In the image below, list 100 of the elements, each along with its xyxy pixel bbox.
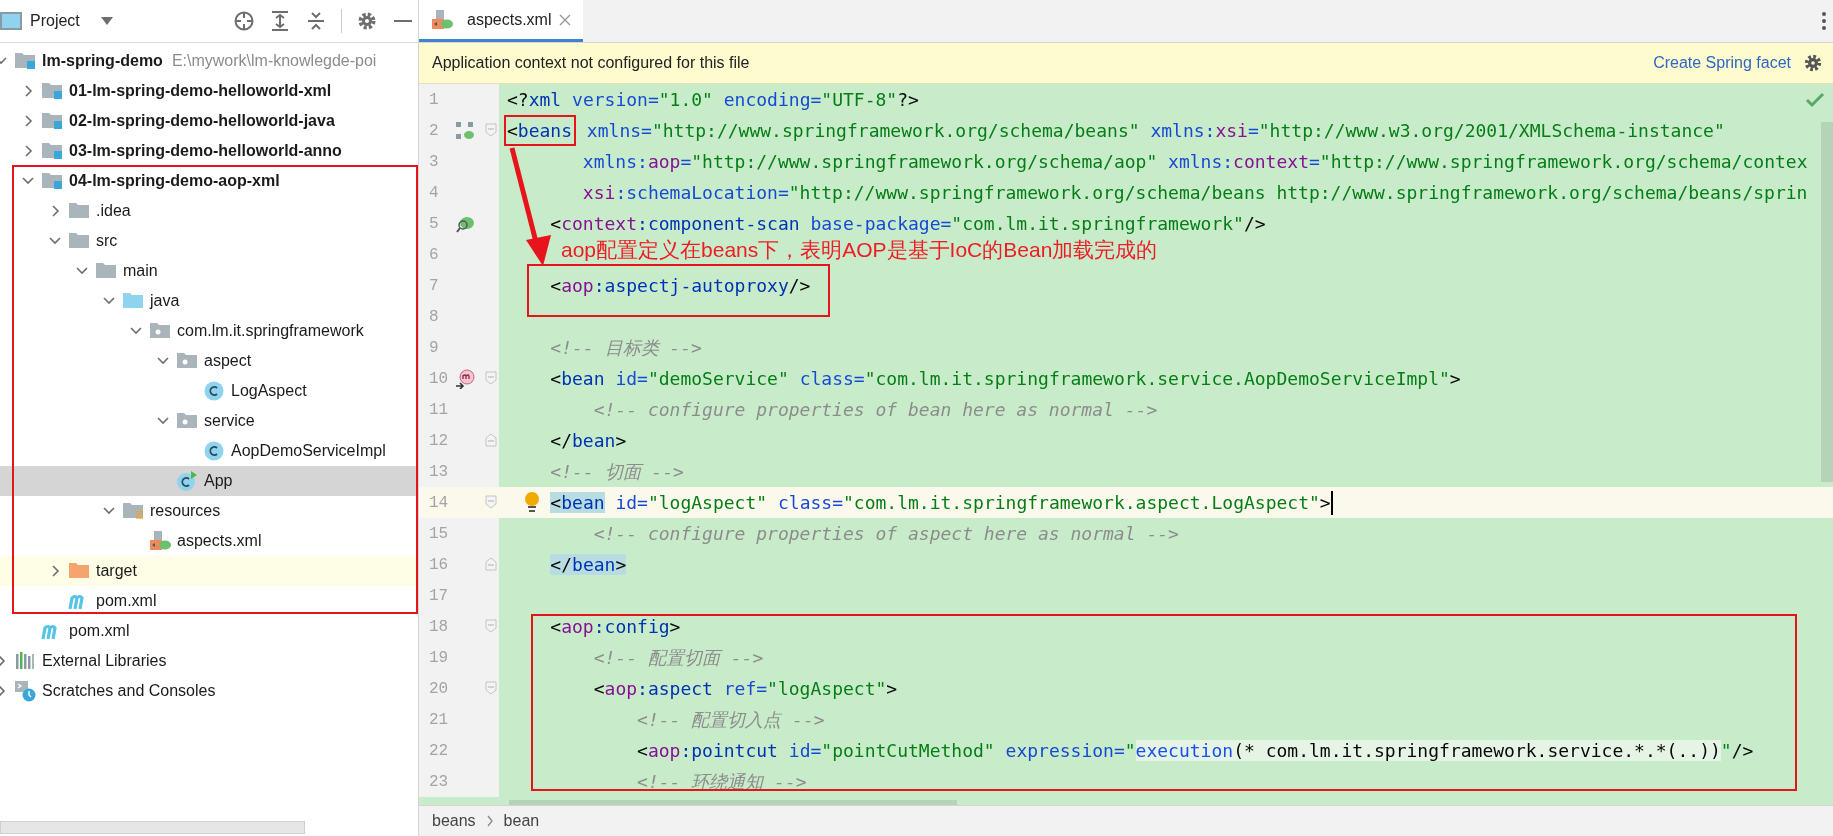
- dropdown-caret-icon[interactable]: [99, 16, 114, 26]
- code-line: </bean>: [549, 554, 627, 575]
- code-line: <aop:aspect ref="logAspect">: [592, 678, 898, 699]
- code-line: </bean>: [549, 430, 627, 451]
- springxml-icon: [149, 530, 171, 552]
- code-line: <!-- 环绕通知 -->: [636, 769, 807, 794]
- line-number: 1: [428, 90, 440, 109]
- code-line: <?xml version="1.0" encoding="UTF-8"?>: [507, 89, 919, 110]
- line-number: 18: [428, 617, 450, 636]
- springxml-icon: [431, 8, 453, 31]
- line-number: 14: [428, 493, 450, 512]
- code-line: <bean id="logAspect" class="com.lm.it.springframework.aspect.LogAspect">: [549, 492, 1331, 513]
- tree-item[interactable]: aspects.xml: [0, 526, 418, 556]
- tree-item[interactable]: LogAspect: [0, 376, 418, 406]
- tree-item[interactable]: 01-lm-spring-demo-helloworld-xml: [0, 76, 418, 106]
- tree-item[interactable]: resources: [0, 496, 418, 526]
- code-line: <aop:pointcut id="pointCutMethod" expression="execution(* com.lm.it.springframework.service.*.*(..))"/>: [636, 740, 1754, 761]
- line-number: 12: [428, 431, 450, 450]
- tree-item[interactable]: .idea: [0, 196, 418, 226]
- check-icon: [1805, 92, 1825, 108]
- more-icon[interactable]: [1821, 11, 1827, 31]
- banner-message: Application context not configured for this file: [432, 54, 750, 72]
- line-number: 3: [428, 152, 440, 171]
- tree-item[interactable]: 04-lm-spring-demo-aop-xml: [0, 166, 418, 196]
- line-number: 17: [428, 586, 450, 605]
- code-line: <!-- 配置切面 -->: [592, 645, 764, 670]
- code-line: <aop:aspectj-autoproxy/>: [549, 275, 811, 296]
- create-facet-link[interactable]: Create Spring facet: [1653, 54, 1791, 72]
- tree-item[interactable]: lm-spring-demo E:\mywork\lm-knowlegde-poi: [0, 46, 418, 76]
- code-line: xmlns:aop="http://www.springframework.org/schema/aop" xmlns:context="http://www.springframework.org/schema/contex: [581, 151, 1808, 172]
- line-number: 15: [428, 524, 450, 543]
- code-line: <aop:config>: [549, 616, 681, 637]
- code-line: <beans xmlns="http://www.springframework.org/schema/beans" xmlns:xsi="http://www.w3.org/2001/XMLSchema-instance": [504, 114, 1725, 147]
- project-path: E:\mywork\lm-knowlegde-poi: [171, 52, 377, 70]
- settings-icon[interactable]: [1803, 53, 1823, 73]
- resources-icon: [122, 500, 144, 522]
- code-line: <!-- 切面 -->: [549, 459, 684, 484]
- method-marker-icon[interactable]: [455, 368, 475, 389]
- code-line: <!-- configure properties of bean here as normal -->: [592, 399, 1158, 420]
- tree-item[interactable]: pom.xml: [0, 586, 418, 616]
- crosshair-icon[interactable]: [233, 10, 255, 32]
- line-number: 7: [428, 276, 440, 295]
- module-icon: [41, 170, 63, 192]
- tree-item[interactable]: aspect: [0, 346, 418, 376]
- tree-item[interactable]: App: [0, 466, 418, 496]
- tree-item[interactable]: 03-lm-spring-demo-helloworld-anno: [0, 136, 418, 166]
- tree-item[interactable]: Scratches and Consoles: [0, 676, 418, 706]
- panel-title[interactable]: Project: [30, 12, 80, 30]
- scrollbar[interactable]: [509, 800, 957, 805]
- annotation-text: aop配置定义在beans下，表明AOP是基于IoC的Bean加载完成的: [561, 237, 1158, 263]
- lightbulb-icon[interactable]: [523, 491, 541, 515]
- line-number: 4: [428, 183, 440, 202]
- line-number: 22: [428, 741, 450, 760]
- code-line: <bean id="demoService" class="com.lm.it.springframework.service.AopDemoServiceImpl">: [549, 368, 1461, 389]
- tree-item[interactable]: service: [0, 406, 418, 436]
- window-icon: [0, 10, 22, 32]
- tree-item[interactable]: pom.xml: [0, 616, 418, 646]
- scratches-icon: [14, 680, 36, 702]
- line-number: 11: [428, 400, 450, 419]
- module-icon: [41, 110, 63, 132]
- collapse-all-icon[interactable]: [305, 10, 327, 32]
- bean-graph-icon[interactable]: [455, 120, 475, 141]
- line-number: 21: [428, 710, 450, 729]
- module-icon: [14, 50, 36, 72]
- tree-item[interactable]: target: [0, 556, 418, 586]
- code-line: <context:component-scan base-package="com.lm.it.springframework"/>: [549, 213, 1266, 234]
- line-number: 19: [428, 648, 450, 667]
- line-number: 5: [428, 214, 440, 233]
- line-number: 20: [428, 679, 450, 698]
- expand-all-icon[interactable]: [269, 10, 291, 32]
- tree-item[interactable]: 02-lm-spring-demo-helloworld-java: [0, 106, 418, 136]
- tree-item[interactable]: AopDemoServiceImpl: [0, 436, 418, 466]
- module-icon: [41, 80, 63, 102]
- settings-icon[interactable]: [356, 10, 378, 32]
- tree-item[interactable]: External Libraries: [0, 646, 418, 676]
- tree-item[interactable]: com.lm.it.springframework: [0, 316, 418, 346]
- line-number: 2: [428, 121, 440, 140]
- line-number: 9: [428, 338, 440, 357]
- scrollbar[interactable]: [1821, 122, 1833, 482]
- breadcrumb[interactable]: beans: [432, 812, 476, 830]
- line-number: 16: [428, 555, 450, 574]
- libraries-icon: [14, 650, 36, 672]
- scrollbar[interactable]: [0, 821, 305, 834]
- line-number: 10: [428, 369, 450, 388]
- class-icon: [203, 380, 225, 402]
- code-line: <!-- 配置切入点 -->: [636, 707, 825, 732]
- line-number: 23: [428, 772, 450, 791]
- tree-item[interactable]: java: [0, 286, 418, 316]
- code-line: <!-- configure properties of aspect here as normal -->: [592, 523, 1179, 544]
- code-line: <!-- 目标类 -->: [549, 335, 702, 360]
- code-line: xsi:schemaLocation="http://www.springframework.org/schema/beans http://www.springframework.org/schema/beans/sprin: [581, 182, 1808, 203]
- editor-tab[interactable]: aspects.xml: [419, 0, 584, 42]
- module-icon: [41, 140, 63, 162]
- close-icon[interactable]: [559, 13, 572, 26]
- app-icon: [176, 470, 198, 492]
- breadcrumb[interactable]: bean: [503, 812, 540, 830]
- tree-item[interactable]: main: [0, 256, 418, 286]
- chevron-icon: [485, 815, 494, 827]
- tree-item[interactable]: src: [0, 226, 418, 256]
- line-number: 13: [428, 462, 450, 481]
